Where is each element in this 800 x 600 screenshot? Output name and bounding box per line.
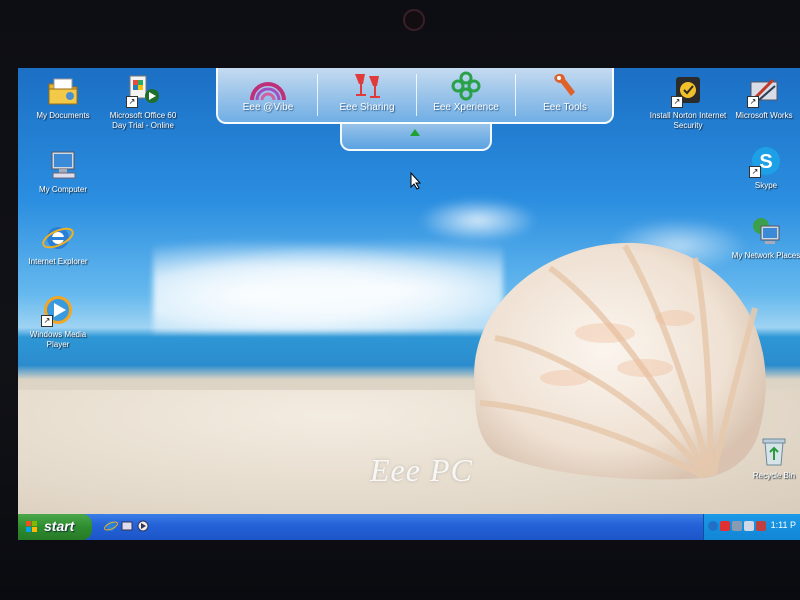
recycle-bin-icon [757,434,791,468]
dock-separator [515,74,516,116]
rainbow-icon [248,70,288,102]
quicklaunch-desktop-icon[interactable] [120,519,134,533]
eee-pc-logo: Eee PC [370,452,473,488]
dock-item-label: Eee Xperience [433,102,499,113]
wrench-icon [545,70,585,102]
xperience-icon [446,70,486,102]
folder-icon [46,74,80,108]
shortcut-arrow-icon: ↗ [747,96,759,108]
dock-separator [317,74,318,116]
wine-glasses-icon [347,70,387,102]
desktop-icon-microsoft-office[interactable]: ↗ Microsoft Office 60 Day Trial - Online [103,74,183,131]
desktop-icon-recycle-bin[interactable]: Recycle Bin [734,434,800,481]
dock-item-label: Eee @Vibe [242,102,294,113]
mouse-cursor-icon [410,172,422,190]
system-tray: 1:11 P [703,514,800,540]
desktop-icon-label: My Computer [38,185,87,194]
desktop-icon-windows-media-player[interactable]: ↗ Windows Media Player [18,293,98,350]
desktop-screen: Eee PC My Documents ↗ Microsoft Office 6… [18,68,800,540]
eee-dock: Eee @Vibe Eee Sharing Eee Xperience Eee … [216,68,614,124]
dock-item-eee-sharing[interactable]: Eee Sharing [319,70,415,120]
tray-battery-icon[interactable] [756,521,766,531]
desktop-icon-install-norton[interactable]: ↗ Install Norton Internet Security [648,74,728,131]
office-trial-icon: ↗ [126,74,160,108]
desktop-icon-label: Microsoft Office 60 Day Trial - Online [109,111,177,130]
shortcut-arrow-icon: ↗ [671,96,683,108]
computer-icon [46,148,80,182]
seashell-wallpaper-image [474,242,766,480]
dock-item-label: Eee Tools [543,102,587,113]
tray-volume-icon[interactable] [744,521,754,531]
desktop-icon-label: Internet Explorer [28,257,88,266]
wallpaper-clouds [153,238,503,333]
shortcut-arrow-icon: ↗ [41,315,53,327]
dock-expand-tab[interactable] [340,123,492,151]
shortcut-arrow-icon: ↗ [126,96,138,108]
desktop-icon-label: My Network Places [731,251,800,260]
clock[interactable]: 1:11 P [771,520,796,530]
tray-network-icon[interactable] [732,521,742,531]
dock-item-eee-vibe[interactable]: Eee @Vibe [220,70,316,120]
tray-expand-icon[interactable] [708,521,718,531]
dock-item-eee-tools[interactable]: Eee Tools [517,70,613,120]
taskbar: start 1:11 P [18,514,800,540]
skype-icon: S ↗ [749,144,783,178]
desktop-icon-my-documents[interactable]: My Documents [23,74,103,121]
desktop-icon-microsoft-works[interactable]: ↗ Microsoft Works [724,74,800,121]
desktop-icon-label: Install Norton Internet Security [649,111,727,130]
tray-security-icon[interactable] [720,521,730,531]
microsoft-works-icon: ↗ [747,74,781,108]
desktop-icon-internet-explorer[interactable]: Internet Explorer [18,220,98,267]
desktop-icon-my-network-places[interactable]: My Network Places [726,214,800,261]
quicklaunch-media-icon[interactable] [136,519,150,533]
dock-separator [416,74,417,116]
desktop-icon-label: Microsoft Works [735,111,793,120]
start-label: start [44,518,75,534]
desktop-icon-label: My Documents [36,111,90,120]
desktop-icon-label: Windows Media Player [29,330,87,349]
desktop-icon-label: Recycle Bin [752,471,796,480]
quicklaunch-ie-icon[interactable] [104,519,118,533]
desktop-icon-skype[interactable]: S ↗ Skype [726,144,800,191]
norton-icon: ↗ [671,74,705,108]
windows-flag-icon [26,521,37,532]
dock-item-label: Eee Sharing [339,102,395,113]
shortcut-arrow-icon: ↗ [749,166,761,178]
internet-explorer-icon [41,220,75,254]
dock-item-eee-xperience[interactable]: Eee Xperience [418,70,514,120]
start-button[interactable]: start [18,514,92,540]
wallpaper-clouds [418,198,538,243]
media-player-icon: ↗ [41,293,75,327]
desktop-icon-label: Skype [754,181,778,190]
webcam [403,9,425,31]
svg-text:S: S [759,151,772,173]
desktop-icon-my-computer[interactable]: My Computer [23,148,103,195]
network-icon [749,214,783,248]
expand-arrow-icon [410,129,420,136]
